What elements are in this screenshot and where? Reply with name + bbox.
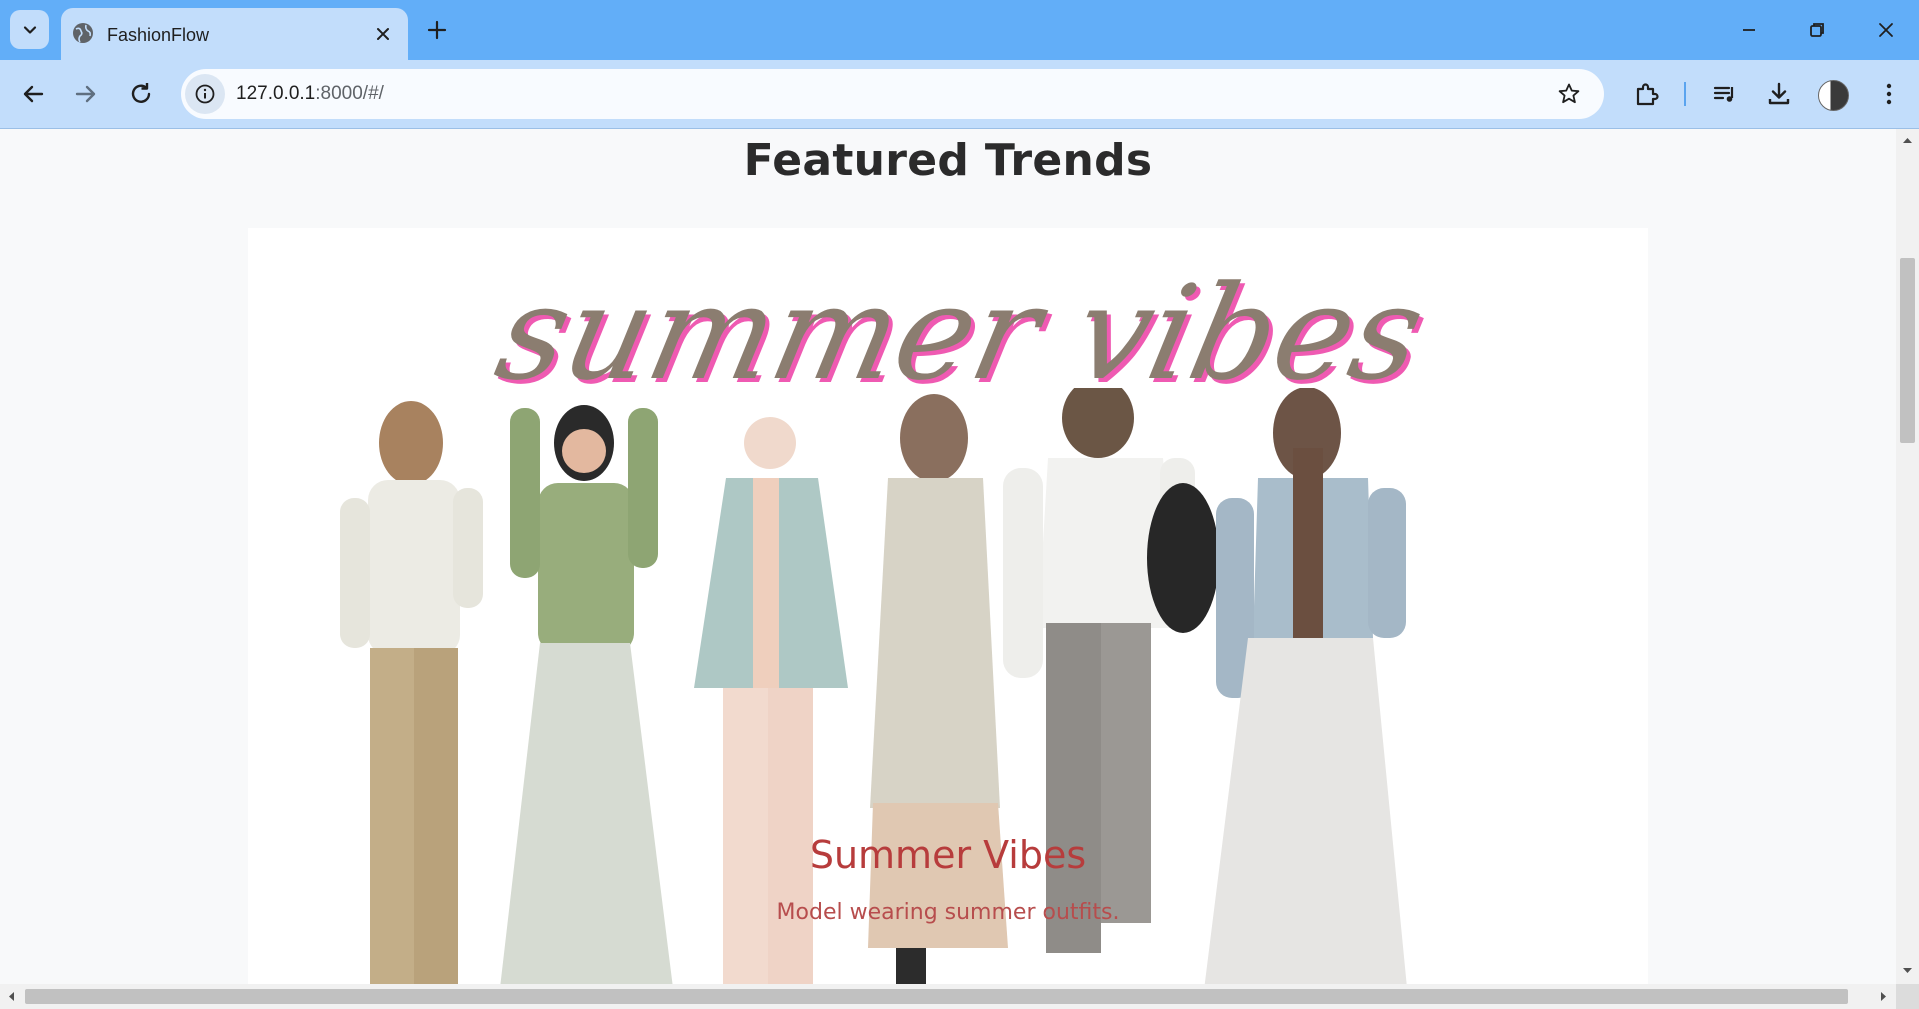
puzzle-icon[interactable] xyxy=(1631,78,1663,110)
plus-icon[interactable] xyxy=(424,17,450,43)
page-heading: Featured Trends xyxy=(743,135,1153,186)
svg-text:summer vibes: summer vibes xyxy=(485,258,1436,409)
globe-icon xyxy=(73,23,93,43)
models-collage-image xyxy=(340,388,1407,984)
star-icon[interactable] xyxy=(1556,81,1582,107)
model-3-figure xyxy=(694,417,848,984)
vertical-scrollbar[interactable] xyxy=(1896,129,1919,984)
chevron-down-icon xyxy=(23,25,36,34)
url-host: 127.0.0.1 xyxy=(236,83,316,104)
model-4-figure xyxy=(868,394,1008,984)
toolbar-divider xyxy=(1684,82,1686,106)
browser-tab-active[interactable]: FashionFlow xyxy=(61,8,408,60)
site-info-button[interactable] xyxy=(185,74,225,114)
media-control-icon[interactable] xyxy=(1709,78,1741,110)
arrow-right-icon[interactable] xyxy=(70,78,102,110)
scrollbar-corner xyxy=(1896,984,1919,1009)
horizontal-scrollbar-thumb[interactable] xyxy=(25,989,1848,1004)
arrow-left-icon[interactable] xyxy=(17,78,49,110)
profile-avatar[interactable] xyxy=(1818,80,1849,111)
model-2-figure xyxy=(500,405,673,984)
minimize-icon[interactable] xyxy=(1735,16,1763,44)
model-6-figure xyxy=(1204,388,1407,984)
featured-trend-card[interactable]: summer vibes summer vibes Summer Vibes M… xyxy=(248,228,1648,984)
restore-icon[interactable] xyxy=(1803,16,1831,44)
tab-search-button[interactable] xyxy=(10,10,49,49)
url-path: :8000/#/ xyxy=(315,83,384,104)
scroll-left-arrow-icon[interactable] xyxy=(6,991,17,1002)
card-title: Summer Vibes xyxy=(809,833,1087,877)
info-icon xyxy=(195,84,215,104)
close-icon[interactable] xyxy=(372,23,394,45)
scroll-down-arrow-icon[interactable] xyxy=(1902,965,1913,976)
address-bar[interactable]: 127.0.0.1:8000/#/ xyxy=(181,69,1604,119)
browser-toolbar: 127.0.0.1:8000/#/ xyxy=(0,60,1919,129)
vertical-scrollbar-thumb[interactable] xyxy=(1900,258,1915,443)
page-viewport: Featured Trends summer vibes summer vibe… xyxy=(0,129,1896,984)
scroll-right-arrow-icon[interactable] xyxy=(1878,991,1889,1002)
tab-title: FashionFlow xyxy=(107,25,210,45)
reload-icon[interactable] xyxy=(125,78,157,110)
kebab-menu-icon[interactable] xyxy=(1873,78,1905,110)
download-icon[interactable] xyxy=(1763,78,1795,110)
horizontal-scrollbar[interactable] xyxy=(0,984,1919,1009)
scroll-up-arrow-icon[interactable] xyxy=(1902,135,1913,146)
model-1-figure xyxy=(340,401,483,984)
card-caption: Model wearing summer outfits. xyxy=(776,900,1120,925)
close-window-icon[interactable] xyxy=(1872,16,1900,44)
url-text: 127.0.0.1:8000/#/ xyxy=(236,83,384,105)
tab-strip: FashionFlow xyxy=(0,0,1919,60)
